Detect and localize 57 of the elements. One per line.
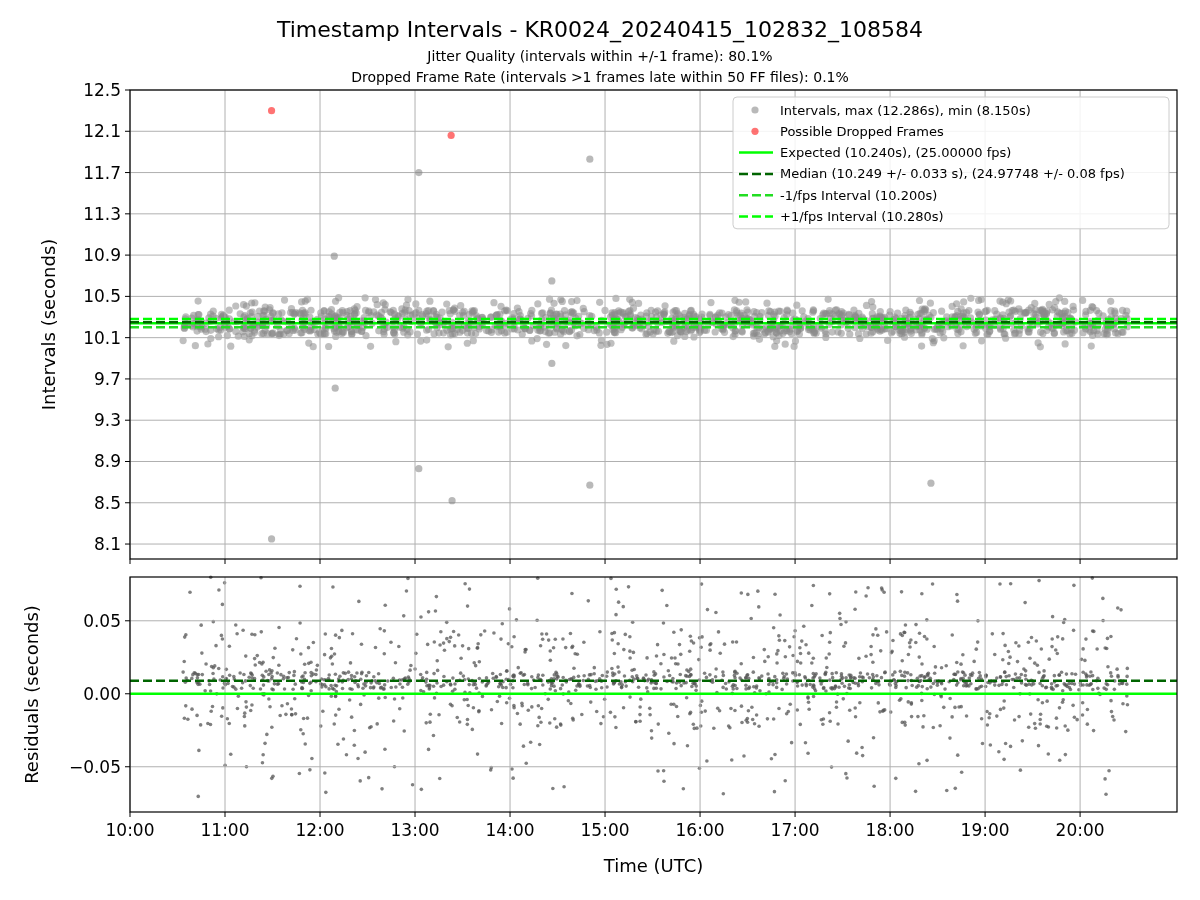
tick-label: 19:00 bbox=[960, 820, 1010, 840]
tick-label: 14:00 bbox=[485, 820, 535, 840]
data-point bbox=[267, 107, 276, 115]
data-point bbox=[548, 359, 556, 368]
tick-label: 10:00 bbox=[105, 820, 155, 840]
data-point bbox=[927, 479, 935, 487]
axis-label: Residuals (seconds) bbox=[21, 605, 42, 784]
data-point bbox=[586, 481, 594, 489]
axis-label: Time (UTC) bbox=[603, 855, 704, 876]
tick-label: 16:00 bbox=[675, 820, 725, 840]
tick-label: 0.00 bbox=[83, 683, 121, 704]
data-point bbox=[415, 465, 423, 473]
tick-label: 11:00 bbox=[200, 820, 250, 840]
tick-label: 8.5 bbox=[93, 492, 121, 513]
tick-label: 12.1 bbox=[83, 121, 121, 142]
tick-label: 8.9 bbox=[93, 451, 121, 472]
legend-label: Possible Dropped Frames bbox=[780, 123, 944, 139]
tick-label: 12.5 bbox=[83, 80, 121, 100]
chart-subtitle: Jitter Quality (intervals within +/-1 frame): 80.1% bbox=[427, 47, 773, 66]
tick-label: −0.05 bbox=[68, 756, 121, 777]
tick-label: 10.9 bbox=[83, 245, 121, 266]
tick-label: 20:00 bbox=[1055, 820, 1105, 840]
legend-marker-icon bbox=[739, 151, 773, 154]
data-point bbox=[448, 497, 456, 505]
data-point bbox=[330, 252, 338, 260]
legend-label: Median (10.249 +/- 0.033 s), (24.97748 +/- 0.08 fps) bbox=[780, 166, 1125, 182]
legend-label: Expected (10.240s), (25.00000 fps) bbox=[780, 145, 1012, 161]
data-point bbox=[267, 535, 276, 543]
legend-label: Intervals, max (12.286s), min (8.150s) bbox=[780, 102, 1031, 118]
legend-marker-icon bbox=[751, 127, 759, 135]
tick-label: 11.7 bbox=[83, 162, 121, 183]
legend-label: +1/fps Interval (10.280s) bbox=[780, 209, 944, 224]
data-point bbox=[548, 277, 556, 285]
legend-marker-icon bbox=[739, 215, 773, 218]
chart-subtitle: Dropped Frame Rate (intervals >1 frames late within 50 FF files): 0.1% bbox=[351, 68, 849, 87]
tick-label: 10.1 bbox=[83, 327, 121, 348]
chart-title: Timestamp Intervals - KR0024_20240415_102832_108584 bbox=[276, 16, 924, 45]
tick-label: 9.3 bbox=[93, 410, 121, 431]
tick-label: 0.05 bbox=[83, 610, 121, 631]
legend-label: -1/fps Interval (10.200s) bbox=[780, 187, 938, 203]
tick-label: 17:00 bbox=[770, 820, 820, 840]
legend-marker-icon bbox=[739, 172, 773, 176]
tick-label: 11.3 bbox=[83, 203, 121, 224]
tick-label: 12:00 bbox=[295, 820, 345, 840]
tick-label: 18:00 bbox=[865, 820, 915, 840]
legend-marker-icon bbox=[751, 106, 759, 114]
data-point bbox=[447, 131, 455, 139]
data-point bbox=[586, 155, 594, 163]
axis-label: Intervals (seconds) bbox=[38, 238, 59, 411]
legend-marker-icon bbox=[739, 193, 773, 197]
tick-label: 8.1 bbox=[93, 534, 121, 555]
tick-label: 15:00 bbox=[580, 820, 630, 840]
data-point bbox=[415, 168, 423, 177]
tick-label: 9.7 bbox=[93, 368, 121, 389]
data-point bbox=[331, 384, 339, 392]
tick-label: 13:00 bbox=[390, 820, 440, 840]
tick-label: 10.5 bbox=[83, 286, 121, 307]
